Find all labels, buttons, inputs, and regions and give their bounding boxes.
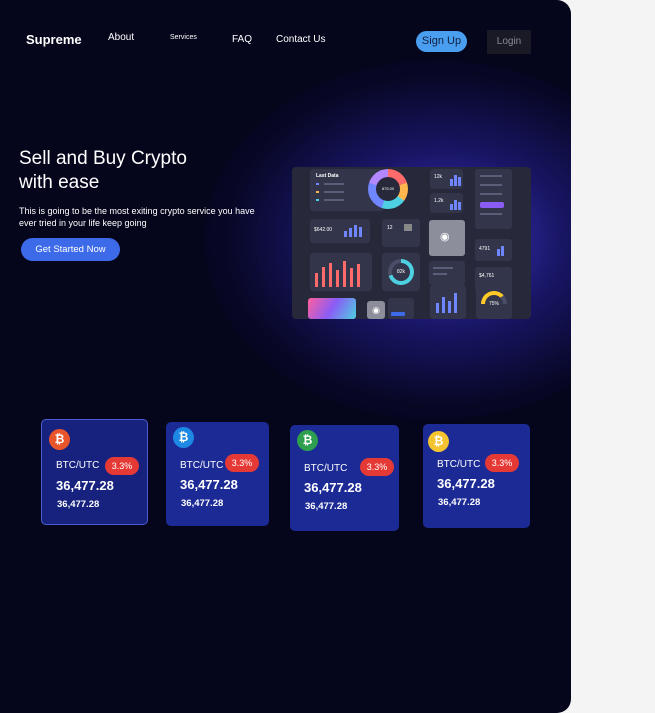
hero-title-line-2: with ease	[19, 172, 100, 193]
stat-a: 12k	[434, 174, 443, 180]
legend-line	[324, 183, 344, 185]
legend-dot	[316, 191, 319, 193]
donut-chart: 875.00	[368, 169, 408, 209]
legend-dot	[316, 199, 319, 201]
last-data-title: Last Data	[316, 173, 339, 179]
menu-tile	[475, 169, 512, 229]
price-card[interactable]: ₿ BTC/UTC 3.3% 36,477.28 36,477.28	[166, 422, 269, 526]
change-badge: 3.3%	[360, 458, 394, 476]
camera-icon: ◉	[440, 231, 450, 243]
camera-tile: ◉	[429, 220, 465, 256]
legend-dot	[316, 183, 319, 185]
value-e: $4,761	[479, 273, 495, 279]
stat-tile: 1.2k	[430, 193, 463, 213]
hero-title-line-1: Sell and Buy Crypto	[19, 148, 187, 169]
mini-tile	[388, 298, 414, 319]
price-card-price: 36,477.28	[180, 477, 238, 492]
price-card-subprice: 36,477.28	[305, 501, 348, 512]
legend-line	[324, 191, 344, 193]
nav-link-services[interactable]: Services	[170, 34, 197, 41]
hero-subtitle: This is going to be the most exiting cry…	[19, 206, 255, 228]
gauge-tile: 82k	[382, 253, 420, 291]
percent-gauge-tile: 75%	[476, 285, 512, 319]
blue-bar-chart	[430, 285, 466, 319]
red-bar-chart	[310, 253, 372, 291]
mini-tile	[429, 261, 465, 285]
top-nav: Supreme About Services FAQ Contact Us Si…	[0, 0, 571, 80]
login-button[interactable]: Login	[487, 30, 531, 54]
app-frame: Supreme About Services FAQ Contact Us Si…	[0, 0, 571, 713]
change-badge: 3.3%	[105, 457, 139, 475]
camera-icon: ◉	[367, 301, 385, 319]
price-card-pair: BTC/UTC	[304, 463, 348, 474]
price-card-subprice: 36,477.28	[57, 499, 100, 510]
price-card-price: 36,477.28	[437, 476, 495, 491]
gauge-value: 82k	[392, 263, 410, 281]
price-card[interactable]: ₿ BTC/UTC 3.3% 36,477.28 36,477.28	[423, 424, 530, 528]
get-started-button[interactable]: Get Started Now	[21, 238, 120, 261]
value-d: 4791	[479, 246, 491, 252]
price-card[interactable]: ₿ BTC/UTC 3.3% 36,477.28 36,477.28	[290, 425, 399, 531]
bitcoin-icon: ₿	[49, 429, 70, 450]
hero-title: Sell and Buy Crypto with ease	[19, 147, 229, 195]
nav-link-contact[interactable]: Contact Us	[276, 34, 325, 45]
value-tile: 4791	[475, 239, 512, 261]
price-card-price: 36,477.28	[304, 480, 362, 495]
nav-link-faq[interactable]: FAQ	[232, 34, 252, 45]
price-card-subprice: 36,477.28	[181, 498, 224, 509]
stat-b: 1.2k	[434, 198, 444, 204]
signup-button[interactable]: Sign Up	[416, 31, 467, 52]
change-badge: 3.3%	[485, 454, 519, 472]
stat-tile: 12	[382, 219, 420, 247]
donut-value: 875.00	[376, 177, 400, 201]
change-badge: 3.3%	[225, 454, 259, 472]
bitcoin-icon: ₿	[297, 430, 318, 451]
balance-tile: $642.00	[310, 219, 370, 243]
bitcoin-icon: ₿	[428, 431, 449, 452]
credit-card-tile	[308, 298, 356, 319]
price-card[interactable]: ₿ BTC/UTC 3.3% 36,477.28 36,477.28	[41, 419, 148, 525]
price-card-pair: BTC/UTC	[180, 460, 224, 471]
bitcoin-icon: ₿	[173, 427, 194, 448]
stat-tile: 12k	[430, 169, 463, 189]
brand-logo[interactable]: Supreme	[26, 32, 82, 47]
balance-value: $642.00	[314, 227, 333, 233]
price-card-pair: BTC/UTC	[56, 460, 100, 471]
price-card-subprice: 36,477.28	[438, 497, 481, 508]
price-card-price: 36,477.28	[56, 478, 114, 493]
stat-c: 12	[387, 225, 393, 231]
gauge-percent: 75%	[485, 295, 503, 313]
nav-link-about[interactable]: About	[108, 32, 134, 43]
price-card-pair: BTC/UTC	[437, 459, 481, 470]
dashboard-preview-image: Last Data 875.00 12k 1.2k $642.00 12 ◉ 4…	[292, 167, 531, 319]
legend-line	[324, 199, 344, 201]
